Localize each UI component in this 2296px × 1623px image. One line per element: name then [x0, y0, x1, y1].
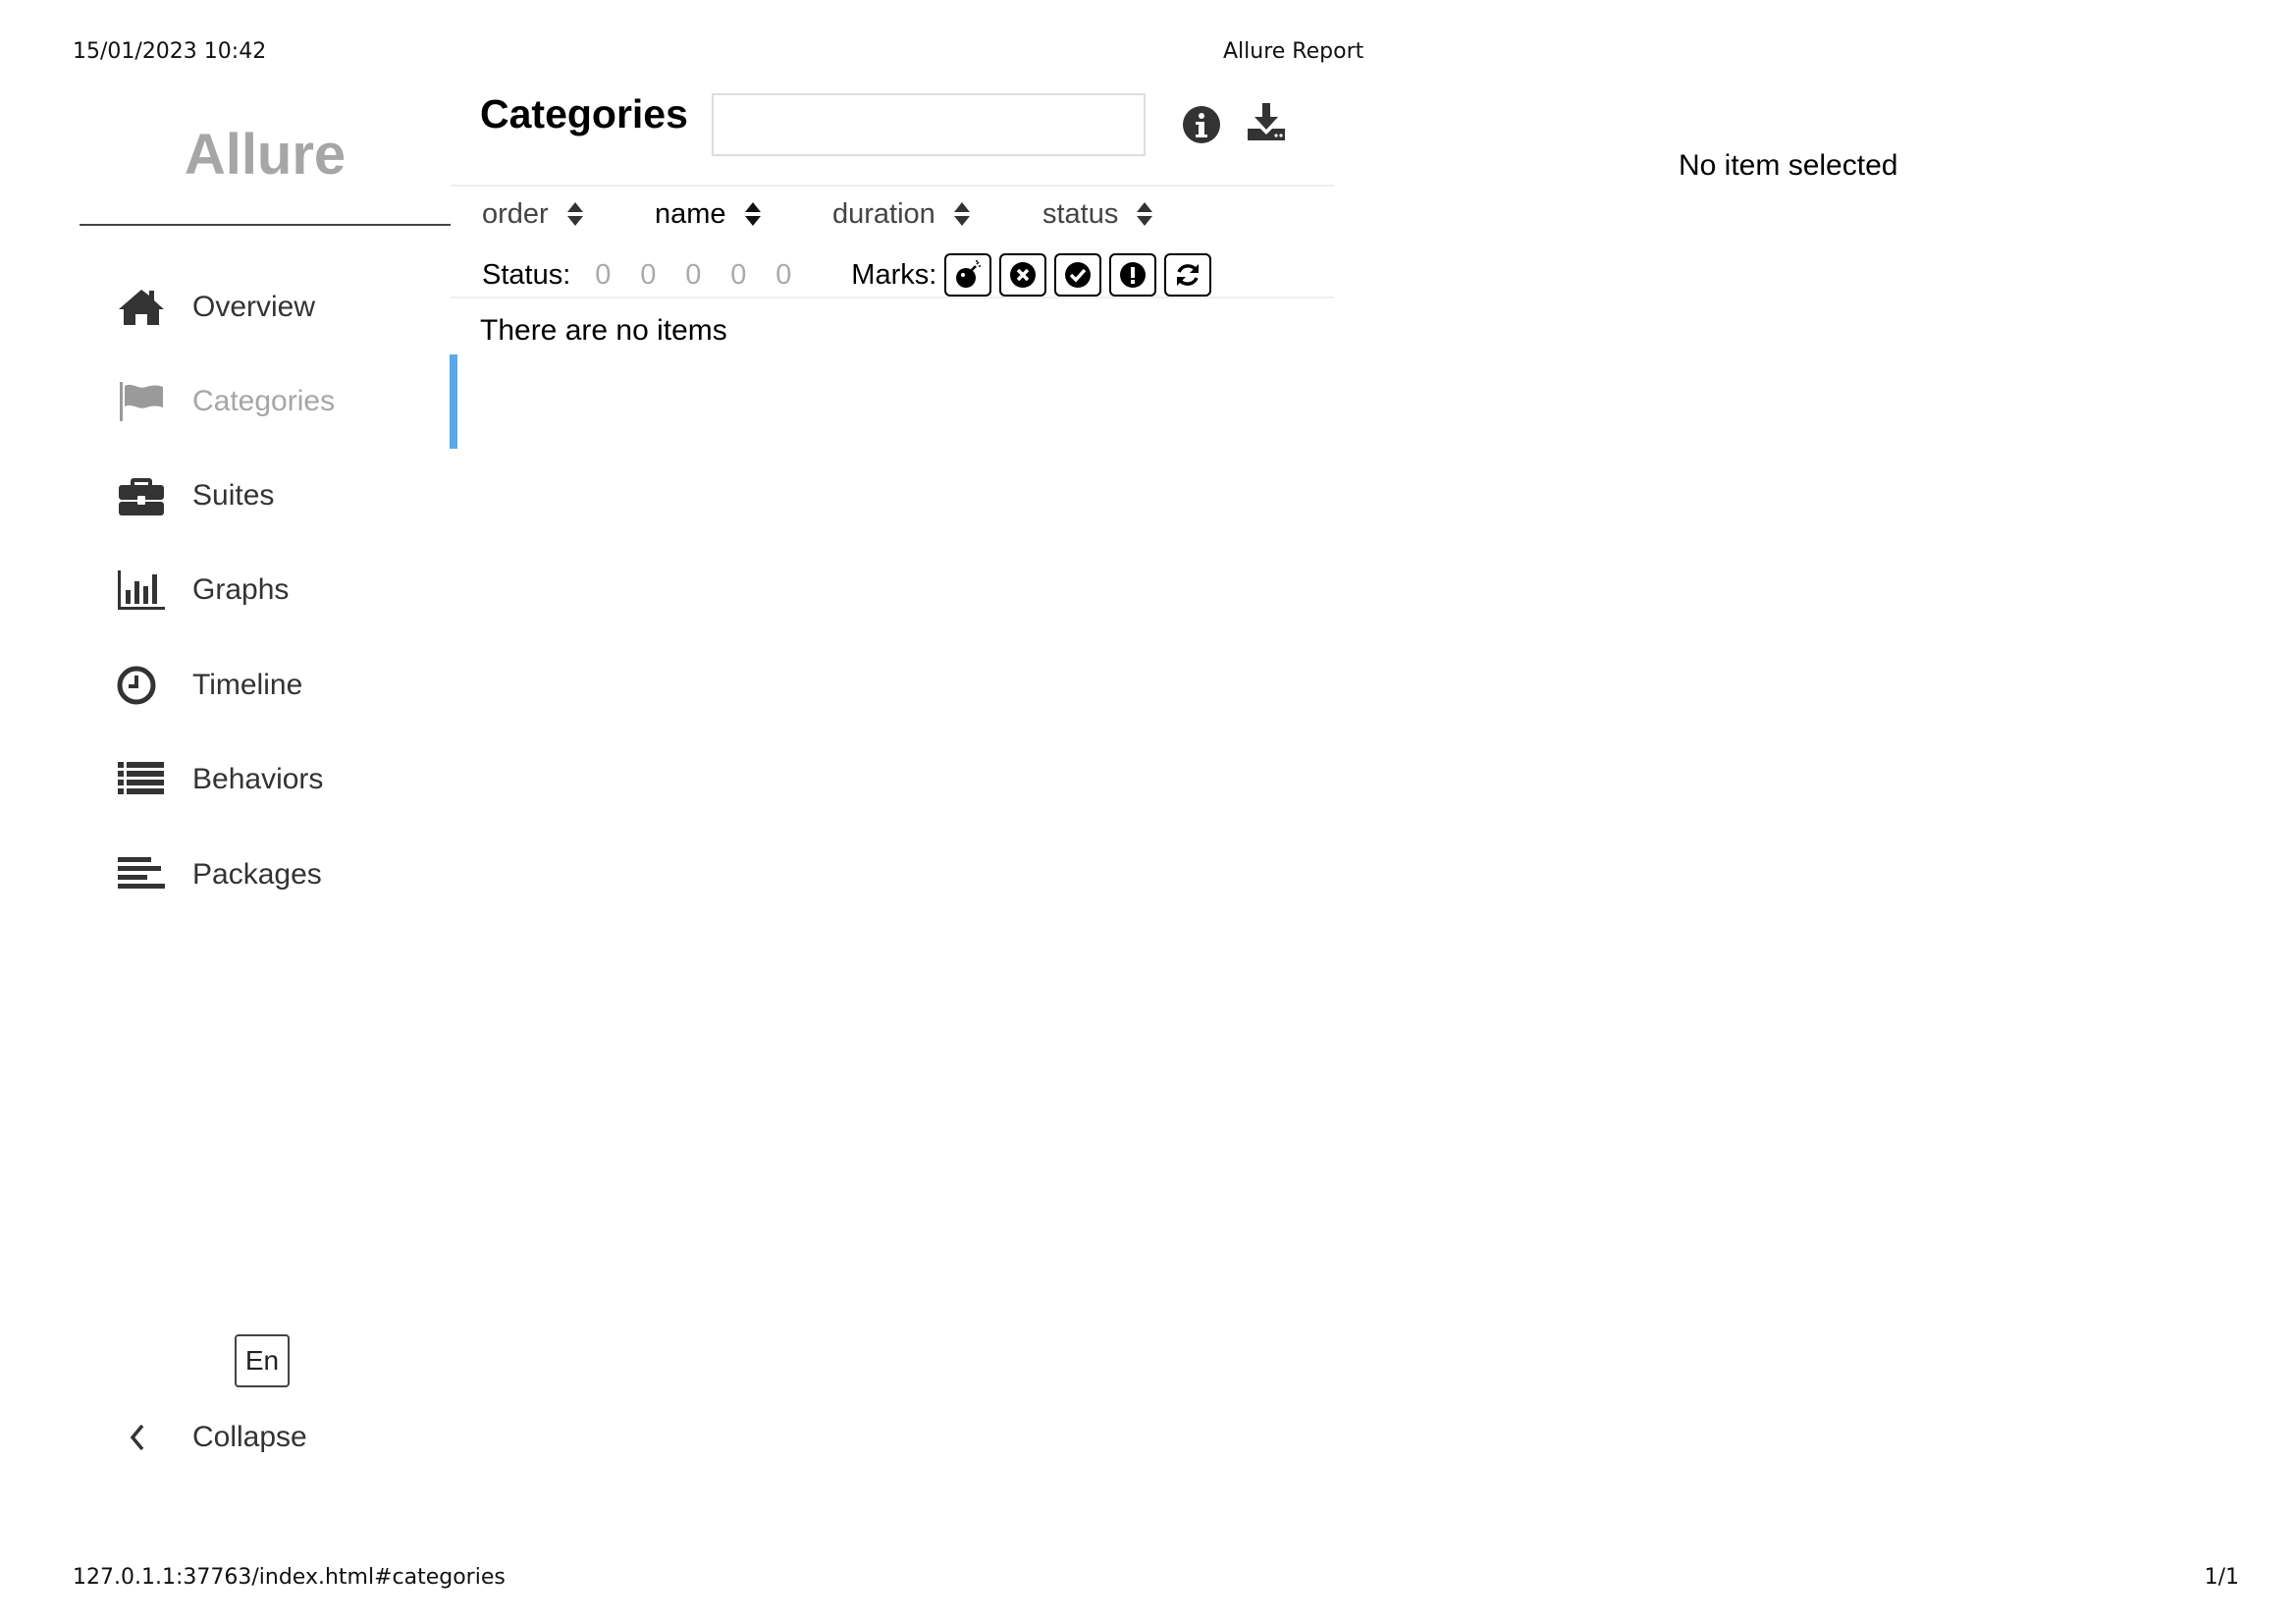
sort-column-label: duration [832, 197, 935, 230]
bar-chart-icon [117, 568, 166, 612]
sidebar-item-behaviors[interactable]: Behaviors [80, 732, 451, 827]
bomb-icon [956, 260, 982, 288]
sort-column-label: name [655, 197, 726, 230]
print-title: Allure Report [1223, 39, 1364, 64]
sidebar-item-timeline[interactable]: Timeline [80, 638, 451, 732]
sort-order[interactable]: order [482, 194, 584, 234]
filter-row: Status: 0 0 0 0 0 Marks: [482, 253, 1212, 297]
mark-new-passed-button[interactable] [1054, 253, 1102, 297]
exclamation-circle-icon [1120, 262, 1147, 288]
list-icon [117, 758, 166, 801]
language-switcher[interactable]: En [235, 1334, 290, 1387]
times-circle-icon [1010, 262, 1037, 288]
sort-icon [1137, 202, 1153, 226]
status-filter-skipped[interactable]: 0 [725, 259, 751, 292]
collapse-button[interactable]: Collapse [80, 1390, 451, 1485]
sidebar-item-packages[interactable]: Packages [80, 828, 451, 922]
briefcase-icon [117, 474, 166, 517]
sort-duration[interactable]: duration [832, 194, 971, 234]
filter-divider [451, 297, 1334, 298]
sidebar: Allure Overview Categories Suites Graphs… [80, 94, 457, 1518]
empty-list-message: There are no items [480, 314, 727, 347]
sidebar-item-suites[interactable]: Suites [80, 449, 451, 543]
status-filter-broken[interactable]: 0 [635, 259, 661, 292]
sort-status[interactable]: status [1042, 194, 1153, 234]
sidebar-item-label: Categories [192, 385, 336, 417]
sidebar-item-label: Graphs [192, 573, 290, 606]
mark-flaky-button[interactable] [944, 253, 992, 297]
sidebar-item-categories[interactable]: Categories [80, 354, 457, 449]
brand-logo[interactable]: Allure [80, 122, 451, 188]
mark-retries-button[interactable] [1164, 253, 1212, 297]
page-title: Categories [480, 91, 688, 136]
print-datetime: 15/01/2023 10:42 [73, 39, 267, 64]
print-page-number: 1/1 [2204, 1565, 2239, 1590]
flag-icon [117, 380, 166, 423]
header-divider [451, 185, 1334, 187]
mark-new-broken-button[interactable] [1109, 253, 1157, 297]
sidebar-item-label: Packages [192, 858, 322, 891]
brand-divider [80, 224, 451, 226]
sort-icon [744, 202, 761, 226]
chevron-left-icon [123, 1418, 152, 1457]
sort-icon [566, 202, 583, 226]
sidebar-item-label: Overview [192, 291, 316, 323]
home-icon [117, 286, 166, 329]
sidebar-item-label: Suites [192, 479, 275, 512]
sidebar-item-graphs[interactable]: Graphs [80, 543, 451, 637]
download-icon[interactable] [1246, 101, 1287, 142]
active-indicator [450, 354, 457, 449]
sort-name[interactable]: name [655, 194, 762, 234]
marks-label: Marks: [851, 258, 937, 291]
clock-icon [117, 664, 166, 707]
sidebar-item-label: Timeline [192, 669, 303, 701]
print-url: 127.0.1.1:37763/index.html#categories [73, 1565, 506, 1590]
collapse-label: Collapse [192, 1421, 307, 1453]
sort-column-label: order [482, 197, 549, 230]
status-filter-failed[interactable]: 0 [590, 259, 615, 292]
status-filter-passed[interactable]: 0 [680, 259, 706, 292]
sidebar-item-label: Behaviors [192, 763, 324, 795]
detail-empty-message: No item selected [1679, 149, 1898, 182]
sidebar-item-overview[interactable]: Overview [80, 260, 451, 354]
align-left-icon [117, 853, 166, 896]
search-input[interactable] [712, 93, 1146, 156]
refresh-icon [1177, 264, 1200, 286]
sort-column-label: status [1042, 197, 1119, 230]
info-icon[interactable] [1181, 104, 1222, 145]
check-circle-icon [1065, 262, 1092, 288]
status-label: Status: [482, 258, 571, 291]
status-filter-unknown[interactable]: 0 [771, 259, 796, 292]
sort-icon [953, 202, 970, 226]
mark-new-failed-button[interactable] [999, 253, 1047, 297]
